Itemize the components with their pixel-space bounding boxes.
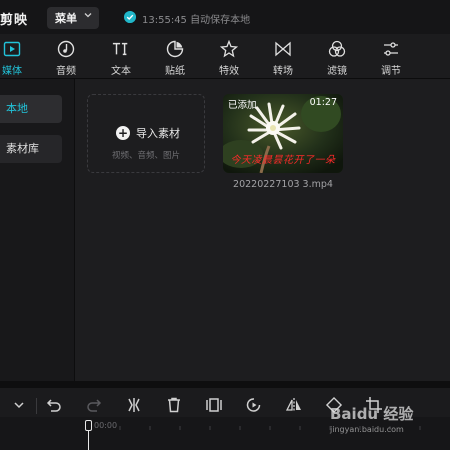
- clip-caption: 今天凌晨昙花开了一朵: [230, 155, 336, 166]
- tab-label: 音频: [56, 66, 76, 77]
- save-status: 13:55:45 自动保存本地: [142, 15, 251, 26]
- menu-button[interactable]: 菜单: [47, 7, 99, 29]
- clip-added-badge: 已添加: [228, 100, 257, 111]
- media-clip-thumbnail[interactable]: 已添加 01:27 今天凌晨昙花开了一朵: [223, 94, 343, 173]
- freeze-frame-icon[interactable]: [205, 396, 223, 414]
- title-bar: 剪映 菜单 13:55:45 自动保存本地: [0, 0, 450, 34]
- clip-filename: 20220227103 3.mp4: [233, 179, 333, 190]
- timeline-time-start: 00:00: [94, 421, 118, 430]
- watermark-url: jingyan.baidu.com: [330, 425, 404, 434]
- watermark: Baidu 经验: [330, 405, 414, 423]
- plus-icon: +: [116, 126, 130, 140]
- import-label: 导入素材: [136, 127, 180, 140]
- import-hint: 视频、音频、图片: [111, 151, 180, 161]
- media-content: + 导入素材 视频、音频、图片 已添加 01:27 今天凌晨昙花开了一朵 202…: [75, 79, 450, 381]
- sidebar-item-local[interactable]: 本地: [0, 95, 62, 123]
- media-sidebar: 本地 素材库: [0, 79, 75, 381]
- tab-label: 调节: [381, 66, 401, 77]
- delete-icon[interactable]: [165, 396, 183, 414]
- tab-label: 滤镜: [327, 66, 347, 77]
- toolbar-divider: [36, 398, 37, 414]
- tab-media[interactable]: 媒体: [0, 34, 34, 78]
- tab-adjust[interactable]: 调节: [369, 34, 413, 78]
- tab-transition[interactable]: 转场: [261, 34, 305, 78]
- menu-label: 菜单: [55, 12, 77, 25]
- audio-icon: [57, 40, 75, 58]
- import-row: + 导入素材: [116, 125, 180, 141]
- tab-audio[interactable]: 音频: [44, 34, 88, 78]
- tab-sticker[interactable]: 贴纸: [153, 34, 197, 78]
- chevron-down-icon: [84, 13, 92, 18]
- tab-label: 贴纸: [165, 66, 185, 77]
- tab-label: 文本: [111, 66, 131, 77]
- split-icon[interactable]: [125, 396, 143, 414]
- tab-label: 转场: [273, 66, 293, 77]
- tab-label: 特效: [219, 66, 239, 77]
- reverse-play-icon[interactable]: [245, 396, 263, 414]
- playhead-handle[interactable]: [85, 420, 92, 431]
- app-title: 剪映: [0, 13, 29, 28]
- text-icon: [112, 42, 128, 56]
- chevron-down-icon[interactable]: [10, 396, 28, 414]
- import-media-button[interactable]: + 导入素材 视频、音频、图片: [87, 94, 205, 173]
- transition-icon: [275, 41, 291, 57]
- tab-filter[interactable]: 滤镜: [315, 34, 359, 78]
- sticker-icon: [166, 40, 184, 58]
- tab-text[interactable]: 文本: [99, 34, 143, 78]
- save-check-icon: [124, 11, 136, 23]
- media-icon: [3, 41, 21, 57]
- redo-icon[interactable]: [85, 396, 103, 414]
- effects-icon: [220, 40, 238, 58]
- clip-duration: 01:27: [309, 97, 337, 108]
- playhead-line: [88, 431, 89, 450]
- main-toolbar: 媒体 音频 文本 贴纸 特效 转场 滤镜 调节: [0, 34, 450, 79]
- tab-effects[interactable]: 特效: [207, 34, 251, 78]
- mirror-icon[interactable]: [285, 396, 303, 414]
- filter-icon: [328, 40, 346, 57]
- tab-label: 媒体: [2, 66, 22, 77]
- undo-icon[interactable]: [45, 396, 63, 414]
- sidebar-item-library[interactable]: 素材库: [0, 135, 62, 163]
- adjust-icon: [384, 42, 398, 56]
